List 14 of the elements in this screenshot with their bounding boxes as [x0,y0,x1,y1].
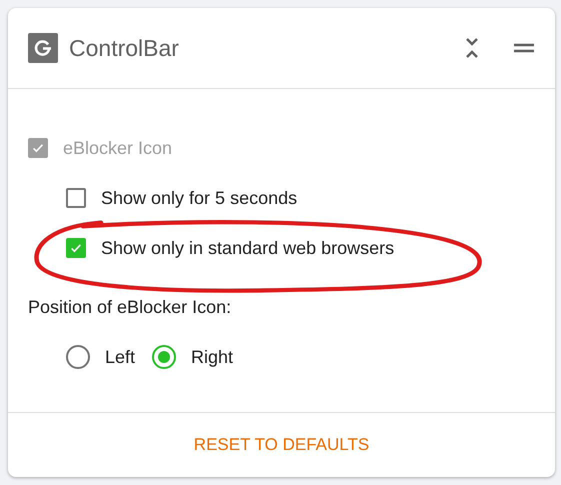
checkbox-label: Show only for 5 seconds [101,188,298,208]
position-label: Position of eBlocker Icon: [28,297,232,319]
checkbox[interactable] [66,238,86,258]
card-title: ControlBar [69,34,180,62]
menu-icon[interactable] [513,42,535,54]
radio-button[interactable] [66,345,90,369]
collapse-icon[interactable] [465,37,479,59]
radio-label: Left [105,346,136,368]
radio-button[interactable] [152,345,176,369]
checkbox-label: eBlocker Icon [63,138,172,158]
checkbox-label: Show only in standard web browsers [101,238,394,258]
radio-label: Right [191,346,234,368]
checkbox[interactable] [66,188,86,208]
reset-button[interactable]: RESET TO DEFAULTS [184,429,380,461]
